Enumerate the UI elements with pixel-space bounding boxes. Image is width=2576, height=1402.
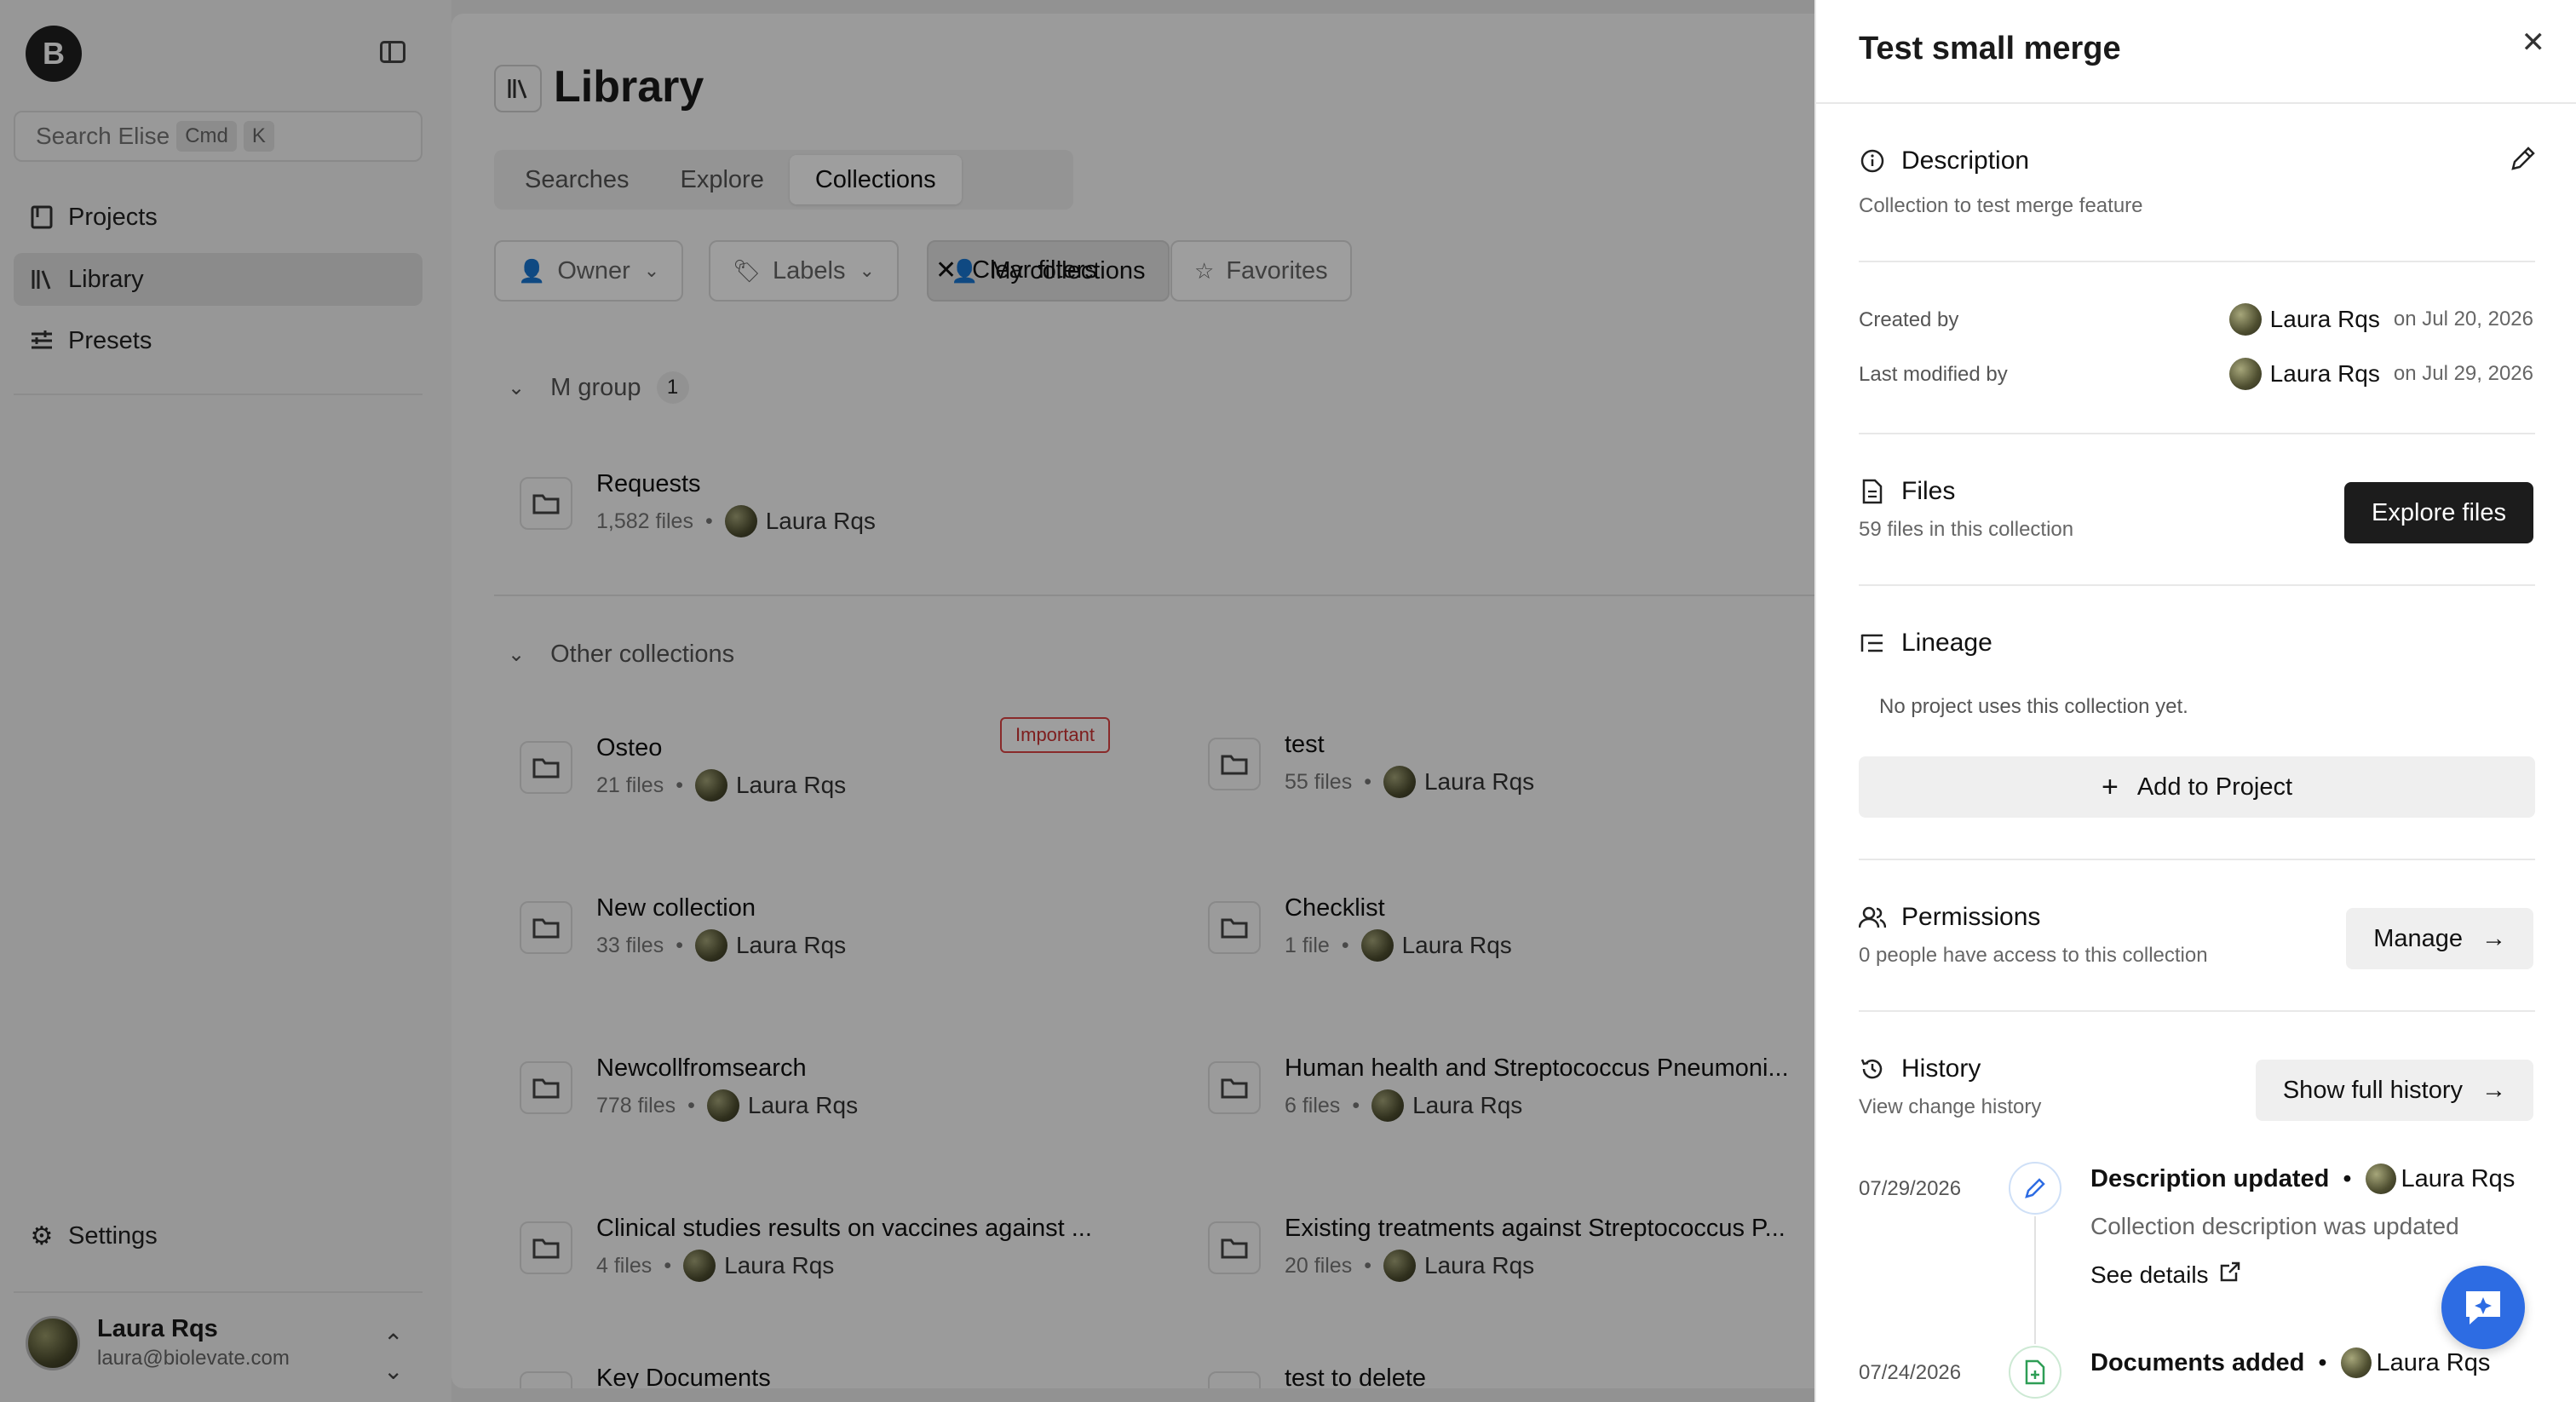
- history-entry-user: Laura Rqs: [2376, 1348, 2491, 1376]
- chat-sparkle-icon: [2466, 1291, 2500, 1324]
- info-icon: [1859, 147, 1886, 175]
- section-title: Permissions: [1901, 903, 2041, 931]
- avatar: [2340, 1347, 2372, 1378]
- history-entry-user: Laura Rqs: [2401, 1164, 2516, 1192]
- avatar: [2228, 303, 2262, 336]
- section-title: Description: [1901, 147, 2030, 175]
- history-entry-description: Collection description was updated: [2090, 1213, 2459, 1239]
- history-entry-date: 07/29/2026: [1859, 1177, 1962, 1200]
- permissions-heading: Permissions: [1859, 903, 2040, 932]
- show-history-label: Show full history: [2282, 1076, 2463, 1104]
- created-by-value: Laura Rqs on Jul 20, 2026: [2228, 303, 2533, 336]
- pencil-icon: [2009, 1162, 2061, 1215]
- panel-divider: [1859, 433, 2535, 434]
- history-text: View change history: [1859, 1095, 2042, 1118]
- history-icon: [1859, 1055, 1886, 1083]
- plus-icon: +: [2101, 770, 2119, 803]
- manage-permissions-button[interactable]: Manage →: [2346, 908, 2533, 969]
- edit-pencil-icon[interactable]: [2508, 145, 2537, 178]
- created-by-user: Laura Rqs: [2269, 306, 2380, 332]
- panel-divider: [1859, 261, 2535, 262]
- history-entry-title: Description updated • Laura Rqs: [2090, 1164, 2515, 1194]
- section-title: Lineage: [1901, 629, 1992, 657]
- collection-detail-panel: Test small merge ✕ Description Collectio…: [1814, 0, 2576, 1402]
- history-heading: History: [1859, 1054, 1981, 1083]
- chat-assistant-button[interactable]: [2441, 1266, 2525, 1349]
- panel-divider: [1859, 1010, 2535, 1012]
- panel-title: Test small merge: [1859, 31, 2121, 66]
- document-add-icon: [2009, 1346, 2061, 1399]
- permissions-text: 0 people have access to this collection: [1859, 944, 2208, 967]
- modal-backdrop[interactable]: [0, 0, 1814, 1402]
- modified-by-value: Laura Rqs on Jul 29, 2026: [2228, 358, 2533, 390]
- history-entry-date: 07/24/2026: [1859, 1361, 1962, 1384]
- section-title: History: [1901, 1054, 1981, 1083]
- arrow-right-icon: →: [2481, 924, 2506, 952]
- avatar: [2365, 1164, 2396, 1194]
- modified-date: on Jul 29, 2026: [2393, 362, 2533, 385]
- files-heading: Files: [1859, 477, 1955, 506]
- show-full-history-button[interactable]: Show full history →: [2255, 1060, 2533, 1121]
- close-icon[interactable]: ✕: [2521, 26, 2546, 60]
- history-entry-action: Description updated: [2090, 1164, 2330, 1192]
- lineage-empty-text: No project uses this collection yet.: [1879, 695, 2188, 718]
- created-date: on Jul 20, 2026: [2393, 307, 2533, 330]
- description-heading: Description: [1859, 147, 2029, 175]
- history-entry-title: Documents added • Laura Rqs: [2090, 1347, 2490, 1378]
- panel-divider: [1859, 859, 2535, 860]
- users-icon: [1859, 904, 1886, 931]
- modified-by-label: Last modified by: [1859, 363, 2008, 386]
- created-by-label: Created by: [1859, 308, 1959, 331]
- external-link-icon: [2219, 1261, 2241, 1289]
- add-to-project-button[interactable]: + Add to Project: [1859, 756, 2535, 818]
- document-icon: [1859, 478, 1886, 505]
- files-count-text: 59 files in this collection: [1859, 518, 2074, 541]
- lineage-icon: [1859, 629, 1886, 657]
- manage-label: Manage: [2373, 924, 2463, 952]
- avatar: [2228, 358, 2262, 390]
- see-details-label: See details: [2090, 1261, 2209, 1288]
- modified-by-user: Laura Rqs: [2269, 360, 2380, 387]
- explore-files-button[interactable]: Explore files: [2344, 482, 2533, 543]
- timeline-line: [2034, 1216, 2036, 1344]
- description-text: Collection to test merge feature: [1859, 194, 2143, 217]
- lineage-heading: Lineage: [1859, 629, 1992, 658]
- section-title: Files: [1901, 477, 1956, 505]
- add-to-project-label: Add to Project: [2136, 773, 2292, 801]
- panel-divider: [1816, 102, 2576, 104]
- arrow-right-icon: →: [2481, 1076, 2506, 1104]
- history-entry-action: Documents added: [2090, 1348, 2305, 1376]
- panel-divider: [1859, 584, 2535, 586]
- see-details-link[interactable]: See details: [2090, 1261, 2241, 1289]
